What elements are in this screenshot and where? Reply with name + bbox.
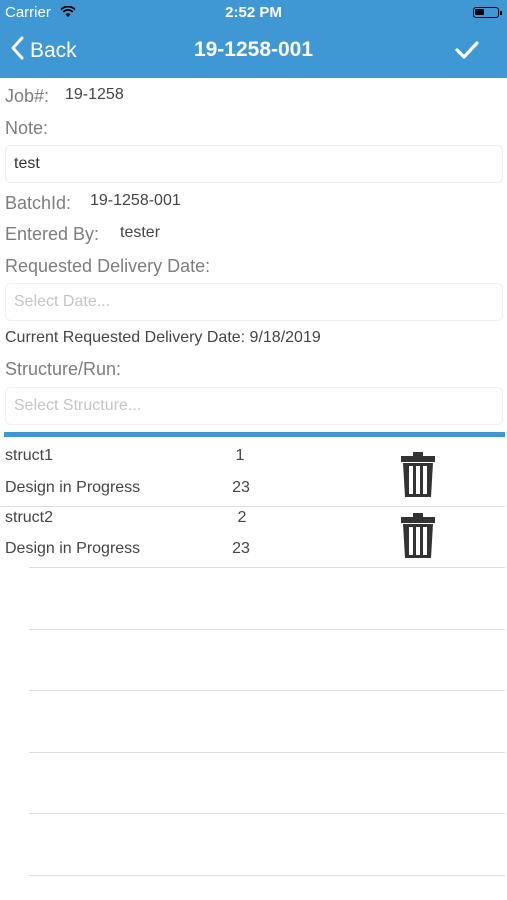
job-value: 19-1258 [65,86,124,103]
structure-count: 23 [232,479,250,496]
structure-status: Design in Progress [5,479,141,496]
structure-count: 23 [232,540,250,557]
list-item: struct2 2 Design in Progress 23 [0,506,507,568]
structure-run: 2 [237,509,247,526]
list-item: struct1 1 Design in Progress 23 [0,437,507,505]
entered-by-label: Entered By: [5,224,100,244]
row-separator [29,567,505,568]
delivery-date-label: Requested Delivery Date: [5,256,211,276]
structure-name: struct1 [5,447,54,464]
structure-name: struct2 [5,509,54,526]
job-label: Job#: [5,86,50,106]
battery-icon [473,7,502,18]
empty-row-separator [29,690,505,691]
batch-id-label: BatchId: [5,193,72,213]
entered-by-value: tester [120,224,161,241]
empty-row-separator [29,752,505,753]
checkmark-icon[interactable] [455,40,479,65]
empty-row-separator [29,813,505,814]
batch-id-value: 19-1258-001 [90,192,181,209]
empty-row-separator [29,875,505,876]
structure-status: Design in Progress [5,540,141,557]
current-delivery-date: Current Requested Delivery Date: 9/18/20… [5,329,321,346]
empty-row-separator [29,629,505,630]
note-label: Note: [5,118,49,138]
clock: 2:52 PM [225,4,282,21]
structure-picker[interactable]: Select Structure... [5,387,503,425]
navigation-bar: Carrier 2:52 PM Back 19-1258-001 [0,0,507,78]
structure-label: Structure/Run: [5,359,122,379]
delivery-date-picker[interactable]: Select Date... [5,283,503,321]
trash-icon[interactable] [400,513,436,563]
trash-icon[interactable] [400,452,436,502]
structure-run: 1 [235,447,245,464]
status-bar: Carrier 2:52 PM [0,4,507,22]
note-field[interactable]: test [5,145,503,183]
page-title: 19-1258-001 [193,38,314,61]
